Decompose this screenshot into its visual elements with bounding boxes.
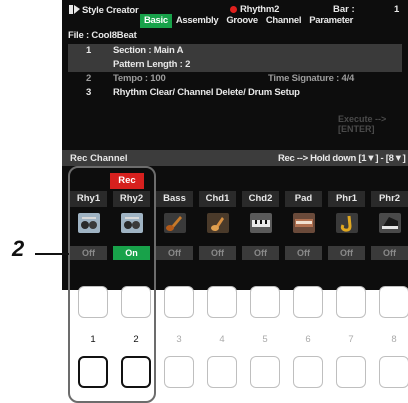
button-down-3[interactable] (164, 356, 194, 388)
rec-badge: Rec (110, 173, 144, 189)
channel-status: Off (156, 246, 193, 260)
button-number-3: 3 (176, 334, 182, 345)
channel-name: Rhy1 (70, 191, 107, 207)
keyboard-icon (250, 213, 272, 233)
menu-row-rhythm-clear[interactable]: 3 Rhythm Clear/ Channel Delete/ Drum Set… (68, 86, 402, 100)
channel-status: Off (328, 246, 365, 260)
button-up-4[interactable] (207, 286, 237, 318)
tab-channel[interactable]: Channel (262, 14, 305, 28)
channel-status: On (113, 246, 150, 260)
row-number: 3 (86, 87, 92, 98)
drum-kit-icon (78, 213, 100, 233)
channel-status: Off (285, 246, 322, 260)
button-up-5[interactable] (250, 286, 280, 318)
bass-guitar-icon (164, 213, 186, 233)
drum-kit-icon (121, 213, 143, 233)
button-number-1: 1 (90, 334, 96, 345)
row-number: 1 (86, 45, 92, 56)
button-number-6: 6 (305, 334, 311, 345)
tab-assembly[interactable]: Assembly (172, 14, 222, 28)
channel-chd2[interactable]: Chd2 Off (242, 191, 279, 261)
channel-chd1[interactable]: Chd1 Off (199, 191, 236, 261)
menu-row-section[interactable]: 1 Section : Main A (68, 44, 402, 58)
app-title: Style Creator (82, 5, 139, 16)
channel-name: Chd1 (199, 191, 236, 207)
tab-bar: Basic Assembly Groove Channel Parameter (140, 14, 357, 28)
execute-hint: Execute --> [ENTER] (338, 114, 387, 134)
callout-line (35, 253, 69, 255)
pattern-length-value: Pattern Length : 2 (113, 59, 191, 70)
channel-strip: Rhy1 Off Rhy2 On Bass Off Chd1 Off Chd2 … (70, 191, 408, 261)
channel-name: Bass (156, 191, 193, 207)
style-creator-icon (69, 5, 80, 14)
channel-rhy1[interactable]: Rhy1 Off (70, 191, 107, 261)
button-number-4: 4 (219, 334, 225, 345)
channel-name: Chd2 (242, 191, 279, 207)
guitar-icon (207, 213, 229, 233)
menu-row-pattern-length[interactable]: Pattern Length : 2 (68, 58, 402, 72)
button-up-2[interactable] (121, 286, 151, 318)
button-down-8[interactable] (379, 356, 408, 388)
menu-row-tempo[interactable]: 2 Tempo : 100 Time Signature : 4/4 (68, 72, 402, 86)
record-indicator-icon (230, 6, 237, 13)
button-down-4[interactable] (207, 356, 237, 388)
button-number-5: 5 (262, 334, 268, 345)
button-number-8: 8 (391, 334, 397, 345)
channel-name: Phr2 (371, 191, 408, 207)
rec-channel-hint: Rec --> Hold down [1▼] - [8▼] (278, 153, 406, 164)
button-up-1[interactable] (78, 286, 108, 318)
channel-phr1[interactable]: Phr1 Off (328, 191, 365, 261)
button-up-8[interactable] (379, 286, 408, 318)
row-number: 2 (86, 73, 92, 84)
file-name: File : Cool8Beat (68, 30, 137, 41)
bar-value: 1 (394, 4, 400, 15)
tab-basic[interactable]: Basic (140, 14, 172, 28)
tab-parameter[interactable]: Parameter (305, 14, 357, 28)
button-down-6[interactable] (293, 356, 323, 388)
button-up-7[interactable] (336, 286, 366, 318)
organ-icon (293, 213, 315, 233)
button-down-2[interactable] (121, 356, 151, 388)
time-signature-value: Time Signature : 4/4 (268, 73, 355, 84)
rhythm-clear-label: Rhythm Clear/ Channel Delete/ Drum Setup (113, 87, 300, 98)
channel-status: Off (242, 246, 279, 260)
button-up-6[interactable] (293, 286, 323, 318)
channel-status: Off (371, 246, 408, 260)
channel-bass[interactable]: Bass Off (156, 191, 193, 261)
channel-status: Off (199, 246, 236, 260)
button-down-5[interactable] (250, 356, 280, 388)
tab-groove[interactable]: Groove (222, 14, 261, 28)
section-value: Section : Main A (113, 45, 184, 56)
piano-icon (379, 213, 401, 233)
button-down-7[interactable] (336, 356, 366, 388)
channel-name: Rhy2 (113, 191, 150, 207)
callout-number: 2 (12, 236, 25, 261)
tempo-value: Tempo : 100 (113, 73, 166, 84)
channel-name: Pad (285, 191, 322, 207)
channel-rhy2[interactable]: Rhy2 On (113, 191, 150, 261)
button-down-1[interactable] (78, 356, 108, 388)
channel-status: Off (70, 246, 107, 260)
button-number-7: 7 (348, 334, 354, 345)
channel-pad[interactable]: Pad Off (285, 191, 322, 261)
rec-channel-label: Rec Channel (70, 153, 128, 164)
channel-phr2[interactable]: Phr2 Off (371, 191, 408, 261)
button-number-2: 2 (133, 334, 139, 345)
rec-channel-bar: Rec Channel Rec --> Hold down [1▼] - [8▼… (62, 150, 408, 166)
saxophone-icon (336, 213, 358, 233)
channel-name: Phr1 (328, 191, 365, 207)
button-up-3[interactable] (164, 286, 194, 318)
